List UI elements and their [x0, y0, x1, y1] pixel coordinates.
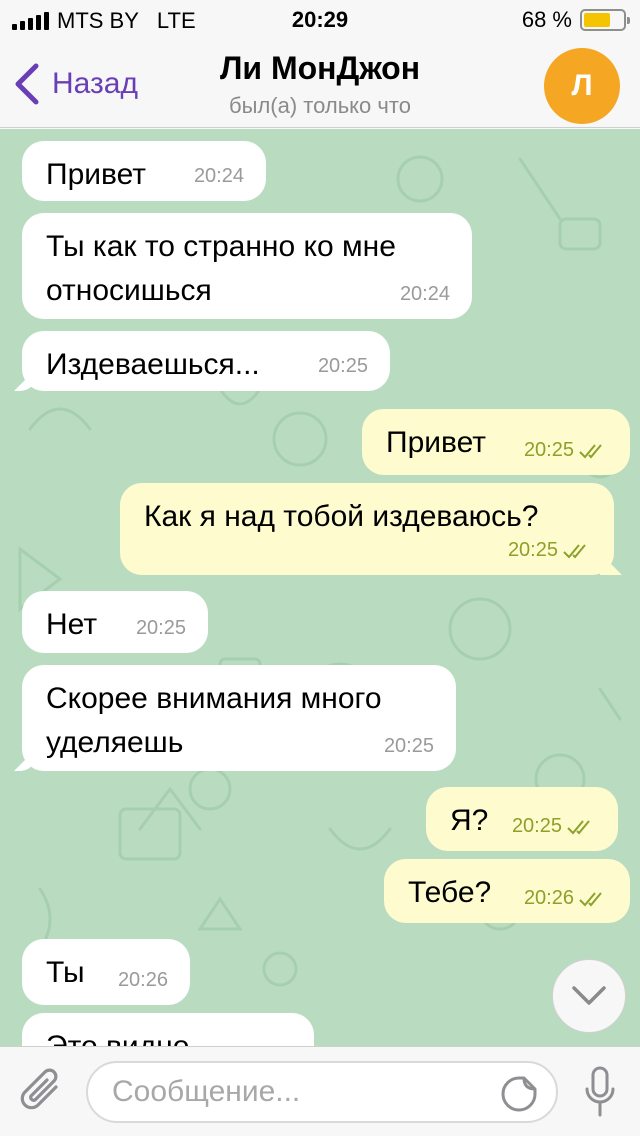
- message-text: Тебе?: [408, 876, 492, 909]
- double-check-icon: [579, 443, 602, 458]
- incoming-message[interactable]: Это видно20:26: [22, 1013, 314, 1046]
- message-meta: 20:24: [400, 280, 450, 309]
- message-time: 20:24: [193, 165, 244, 187]
- double-check-icon: [563, 543, 586, 558]
- message-meta: 20:25: [524, 436, 608, 465]
- message-text: Это видно: [46, 1030, 189, 1046]
- back-button[interactable]: Назад: [14, 62, 138, 106]
- outgoing-message[interactable]: Я? 20:25: [426, 787, 618, 851]
- outgoing-message[interactable]: Привет 20:25: [362, 409, 630, 475]
- back-label: Назад: [52, 67, 138, 100]
- avatar[interactable]: Л: [544, 48, 620, 124]
- message-meta: 20:25: [508, 536, 592, 565]
- message-time: 20:25: [317, 355, 368, 377]
- message-text: Нет: [46, 608, 98, 641]
- message-meta: 20:25: [318, 352, 368, 381]
- battery-percent: 68 %: [521, 7, 572, 32]
- message-text: Привет: [386, 426, 487, 459]
- message-time: 20:25: [511, 815, 562, 837]
- message-time: 20:25: [507, 539, 558, 561]
- scroll-down-button[interactable]: [552, 959, 626, 1033]
- composer-bar: [0, 1046, 640, 1136]
- message-input[interactable]: [88, 1063, 488, 1121]
- chat-header: Назад Ли МонДжон был(а) только что Л: [0, 40, 640, 128]
- message-meta: 20:25: [136, 614, 186, 643]
- sticker-button[interactable]: [500, 1075, 538, 1118]
- message-text: Скорее внимания много уделяешь: [46, 682, 382, 759]
- message-meta: 20:25: [512, 812, 596, 841]
- double-check-icon: [567, 819, 590, 834]
- message-meta: 20:25: [384, 732, 434, 761]
- battery-icon: [580, 9, 630, 31]
- outgoing-message[interactable]: Тебе? 20:26: [384, 859, 630, 923]
- message-text: Я?: [450, 804, 489, 837]
- paperclip-icon: [20, 1068, 58, 1110]
- battery-fill: [584, 13, 610, 27]
- message-time: 20:25: [383, 735, 434, 757]
- message-text: Издеваешься...: [46, 348, 260, 381]
- message-meta: 20:26: [524, 884, 608, 913]
- message-input-wrapper: [86, 1061, 558, 1123]
- attach-button[interactable]: [20, 1067, 66, 1122]
- incoming-message[interactable]: Привет 20:24: [22, 141, 266, 201]
- message-time: 20:26: [523, 887, 574, 909]
- incoming-message[interactable]: Скорее внимания много уделяешь 20:25: [22, 665, 456, 771]
- microphone-icon: [585, 1066, 615, 1117]
- incoming-message[interactable]: Ты как то странно ко мне относишься 20:24: [22, 213, 472, 319]
- voice-record-button[interactable]: [584, 1065, 616, 1124]
- incoming-message[interactable]: Ты 20:26: [22, 939, 190, 1005]
- status-right: 68 %: [521, 7, 630, 33]
- message-text: Как я над тобой издеваюсь?: [144, 500, 539, 533]
- message-meta: 20:26: [118, 966, 168, 995]
- incoming-message[interactable]: Издеваешься... 20:25: [22, 331, 390, 391]
- sticker-icon: [501, 1076, 537, 1112]
- message-time: 20:25: [135, 617, 186, 639]
- chevron-left-icon: [15, 63, 39, 105]
- message-text: Ты: [46, 956, 85, 989]
- message-list[interactable]: Привет 20:24 Ты как то странно ко мне отно…: [0, 129, 640, 1046]
- message-time: 20:24: [399, 283, 450, 305]
- double-check-icon: [579, 891, 602, 906]
- message-text: Привет: [46, 158, 147, 191]
- status-bar: MTS BY LTE 20:29 68 %: [0, 0, 640, 40]
- message-time: 20:26: [117, 969, 168, 991]
- incoming-message[interactable]: Нет 20:25: [22, 591, 208, 653]
- message-text: Ты как то странно ко мне относишься: [46, 230, 396, 307]
- outgoing-message[interactable]: Как я над тобой издеваюсь? 20:25: [120, 483, 614, 575]
- chevron-down-icon: [572, 986, 606, 1005]
- message-time: 20:25: [523, 439, 574, 461]
- message-meta: 20:24: [194, 162, 244, 191]
